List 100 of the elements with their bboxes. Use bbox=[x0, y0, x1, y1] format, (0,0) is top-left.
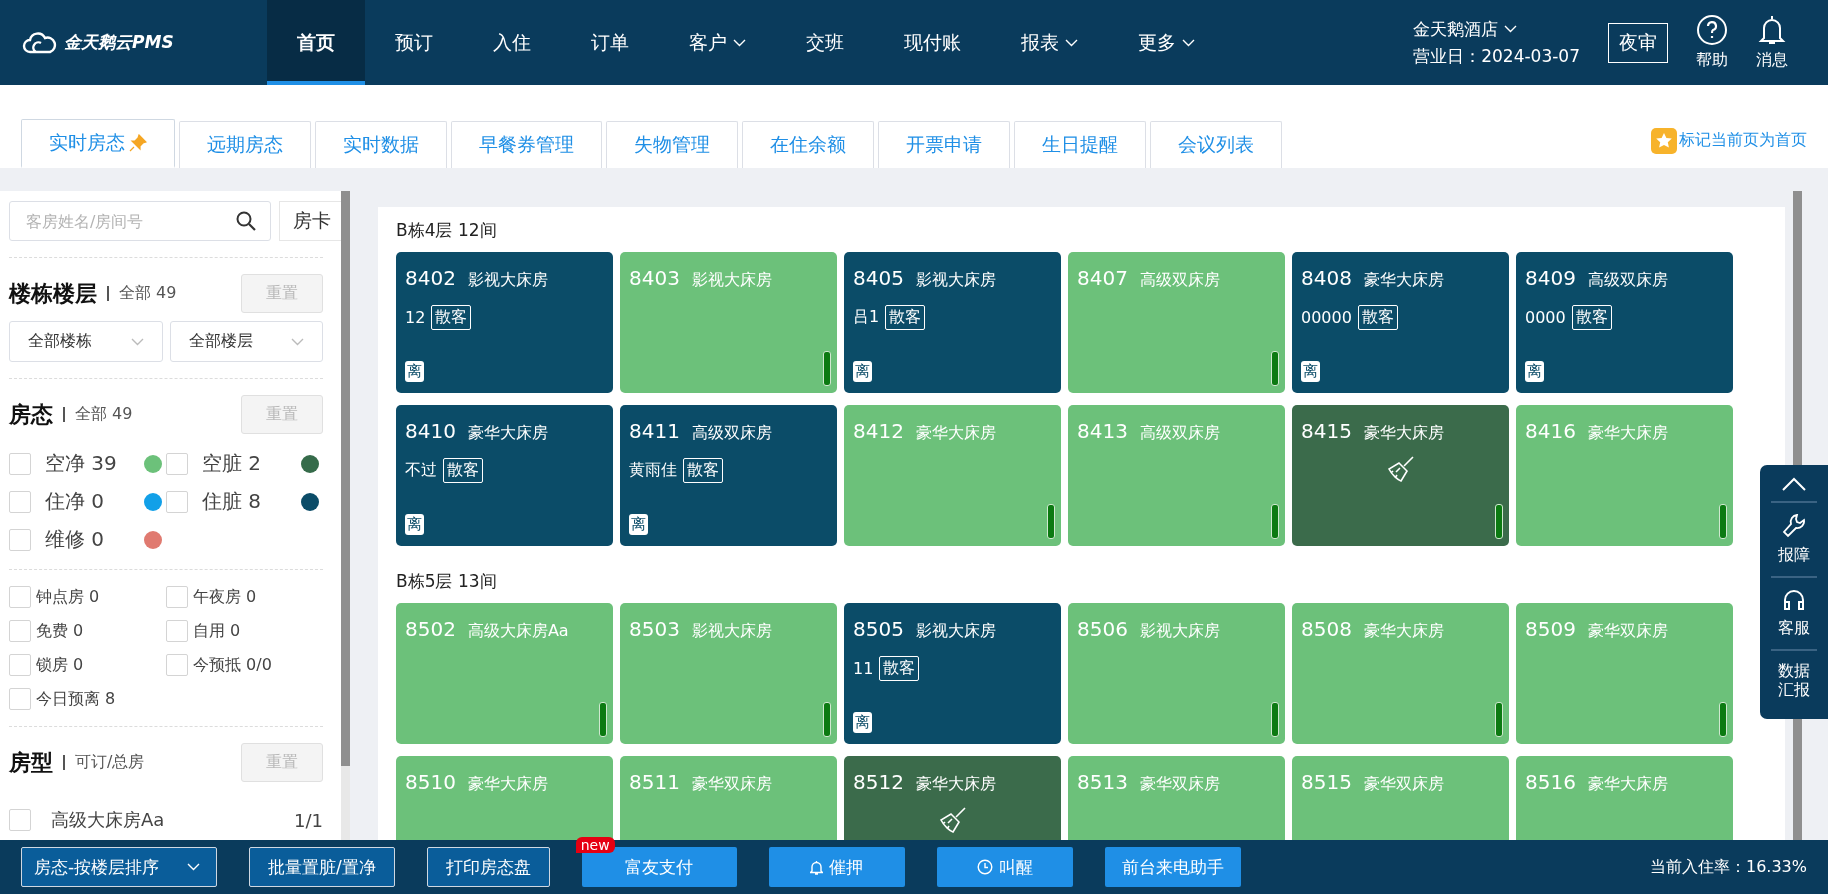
set-home-link[interactable]: 标记当前页为首页 bbox=[1651, 127, 1807, 154]
page-tab[interactable]: 失物管理 bbox=[606, 121, 738, 168]
room-number: 8509 bbox=[1525, 617, 1576, 641]
checkbox[interactable] bbox=[166, 654, 188, 676]
night-audit-button[interactable]: 夜审 bbox=[1608, 22, 1668, 63]
room-type: 影视大床房 bbox=[915, 621, 996, 642]
data-report-link[interactable]: 数据汇报 bbox=[1777, 661, 1811, 700]
room-card[interactable]: 8506 影视大床房 bbox=[1068, 603, 1285, 744]
room-card[interactable]: 8516 豪华大床房 bbox=[1516, 756, 1733, 840]
checkbox[interactable] bbox=[9, 528, 31, 551]
room-number: 8402 bbox=[405, 266, 456, 290]
checkbox[interactable] bbox=[9, 452, 31, 475]
indicator-bar bbox=[1495, 702, 1503, 737]
nav-item[interactable]: 更多 bbox=[1108, 0, 1225, 85]
nav-item[interactable]: 首页 bbox=[267, 0, 365, 85]
indicator-bar bbox=[823, 351, 831, 386]
indicator-bar bbox=[1047, 504, 1055, 539]
filter-label: 锁房 0 bbox=[36, 654, 84, 676]
room-card[interactable]: 8402 影视大床房 12 散客 离 bbox=[396, 252, 613, 393]
room-number: 8411 bbox=[629, 419, 680, 443]
chevron-up-icon[interactable] bbox=[1782, 477, 1806, 491]
room-card[interactable]: 8510 豪华大床房 bbox=[396, 756, 613, 840]
room-card[interactable]: 8412 豪华大床房 bbox=[844, 405, 1061, 546]
action-button[interactable]: 批量置脏/置净 bbox=[249, 847, 395, 887]
nav-item[interactable]: 报表 bbox=[991, 0, 1108, 85]
room-card[interactable]: 8413 高级双床房 bbox=[1068, 405, 1285, 546]
checkbox[interactable] bbox=[166, 490, 188, 513]
room-card[interactable]: 8515 豪华双床房 bbox=[1292, 756, 1509, 840]
reset-button[interactable]: 重置 bbox=[241, 743, 323, 782]
building-dropdown[interactable]: 全部楼栋 bbox=[9, 321, 163, 362]
checkbox[interactable] bbox=[9, 809, 31, 831]
page-tab[interactable]: 实时房态 bbox=[21, 119, 175, 168]
room-card[interactable]: 8503 影视大床房 bbox=[620, 603, 837, 744]
help-button[interactable]: 帮助 bbox=[1696, 14, 1728, 71]
sort-dropdown[interactable]: 房态-按楼层排序 bbox=[21, 847, 217, 887]
departure-badge: 离 bbox=[1301, 361, 1320, 382]
room-card[interactable]: 8513 豪华双床房 bbox=[1068, 756, 1285, 840]
section-title: 楼栋楼层 bbox=[9, 279, 97, 308]
checkbox[interactable] bbox=[9, 586, 31, 608]
reset-button[interactable]: 重置 bbox=[241, 274, 323, 313]
indicator-bar bbox=[1719, 504, 1727, 539]
nav-item[interactable]: 交班 bbox=[776, 0, 874, 85]
checkbox[interactable] bbox=[9, 688, 31, 710]
room-card[interactable]: 8409 高级双床房 0000 散客 离 bbox=[1516, 252, 1733, 393]
checkbox[interactable] bbox=[9, 620, 31, 642]
nav-item[interactable]: 订单 bbox=[561, 0, 659, 85]
checkbox[interactable] bbox=[166, 586, 188, 608]
nav-item[interactable]: 预订 bbox=[365, 0, 463, 85]
checkbox[interactable] bbox=[9, 490, 31, 513]
hotel-selector[interactable]: 金天鹅酒店 bbox=[1413, 17, 1580, 41]
nav-item[interactable]: 入住 bbox=[463, 0, 561, 85]
action-button[interactable]: 打印房态盘 bbox=[426, 847, 550, 887]
room-type-label: 高级大床房Aa bbox=[51, 808, 165, 832]
room-type: 豪华大床房 bbox=[1587, 774, 1668, 795]
room-card[interactable]: 8405 影视大床房 吕1 散客 离 bbox=[844, 252, 1061, 393]
room-card[interactable]: 8403 影视大床房 bbox=[620, 252, 837, 393]
room-card[interactable]: 8511 豪华双床房 bbox=[620, 756, 837, 840]
page-tab[interactable]: 实时数据 bbox=[315, 121, 447, 168]
nav-item[interactable]: 现付账 bbox=[874, 0, 991, 85]
room-card[interactable]: 8505 影视大床房 11 散客 离 bbox=[844, 603, 1061, 744]
page-tab[interactable]: 生日提醒 bbox=[1014, 121, 1146, 168]
room-card[interactable]: 8410 豪华大床房 不过 散客 离 bbox=[396, 405, 613, 546]
departure-badge: 离 bbox=[405, 514, 424, 535]
action-button[interactable]: 前台来电助手 bbox=[1104, 847, 1241, 887]
customer-service-button[interactable]: 客服 bbox=[1771, 576, 1817, 649]
action-button[interactable]: 叫醒 bbox=[936, 847, 1073, 887]
indicator-bar bbox=[1271, 504, 1279, 539]
room-type: 豪华大床房 bbox=[467, 423, 548, 444]
checkbox[interactable] bbox=[166, 620, 188, 642]
messages-button[interactable]: 消息 bbox=[1756, 14, 1788, 71]
room-number: 8506 bbox=[1077, 617, 1128, 641]
checkbox[interactable] bbox=[166, 452, 188, 475]
reset-button[interactable]: 重置 bbox=[241, 395, 323, 434]
page-tab[interactable]: 在住余额 bbox=[742, 121, 874, 168]
page-tab[interactable]: 早餐券管理 bbox=[451, 121, 602, 168]
room-card[interactable]: 8415 豪华大床房 bbox=[1292, 405, 1509, 546]
room-card[interactable]: 8508 豪华大床房 bbox=[1292, 603, 1509, 744]
checkbox[interactable] bbox=[9, 654, 31, 676]
search-field[interactable]: 客房姓名/房间号 bbox=[9, 201, 271, 241]
page-tab[interactable]: 开票申请 bbox=[878, 121, 1010, 168]
room-card[interactable]: 8411 高级双床房 黄雨佳 散客 离 bbox=[620, 405, 837, 546]
departure-badge: 离 bbox=[629, 514, 648, 535]
room-card[interactable]: 8416 豪华大床房 bbox=[1516, 405, 1733, 546]
page-tab[interactable]: 远期房态 bbox=[179, 121, 311, 168]
room-card[interactable]: 8407 高级双床房 bbox=[1068, 252, 1285, 393]
floor-dropdown[interactable]: 全部楼层 bbox=[169, 321, 323, 362]
status-filter-label: 住脏 8 bbox=[202, 488, 263, 515]
scrollbar[interactable] bbox=[341, 191, 350, 766]
floor-title: B栋4层 12间 bbox=[396, 219, 498, 242]
room-card[interactable]: 8408 豪华大床房 00000 散客 离 bbox=[1292, 252, 1509, 393]
room-card[interactable]: 8509 豪华双床房 bbox=[1516, 603, 1733, 744]
room-card[interactable]: 8512 豪华大床房 bbox=[844, 756, 1061, 840]
page-tab[interactable]: 会议列表 bbox=[1150, 121, 1282, 168]
room-type: 豪华大床房 bbox=[1363, 423, 1444, 444]
nav-item[interactable]: 客户 bbox=[659, 0, 776, 85]
guest-name: 11 bbox=[853, 659, 874, 678]
report-issue-button[interactable]: 报障 bbox=[1771, 501, 1817, 576]
room-card[interactable]: 8502 高级大床房Aa bbox=[396, 603, 613, 744]
action-button[interactable]: 催押 bbox=[768, 847, 905, 887]
guest-source-tag: 散客 bbox=[431, 305, 472, 330]
